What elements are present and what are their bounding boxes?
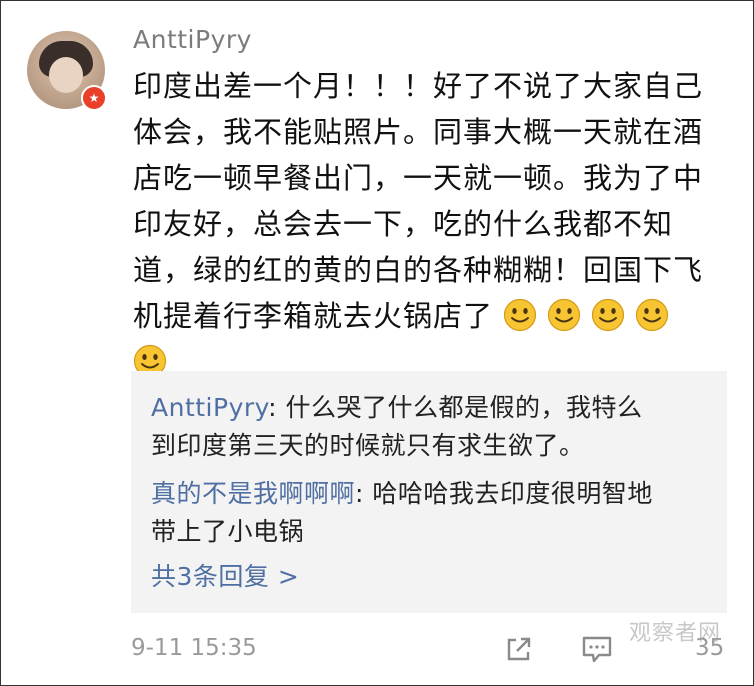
timestamp: 9-11 15:35 bbox=[131, 635, 257, 661]
comment-icon[interactable] bbox=[579, 631, 615, 667]
verified-badge-icon: ★ bbox=[81, 85, 107, 111]
smile-emoji-icon bbox=[547, 298, 581, 332]
reply-separator: : bbox=[355, 479, 373, 508]
comment-card: ★ AnttiPyry 印度出差一个月！！！好了不说了大家自己 体会，我不能贴照… bbox=[0, 0, 754, 686]
username[interactable]: AnttiPyry bbox=[133, 25, 252, 54]
smile-emoji-icon bbox=[591, 298, 625, 332]
smile-emoji-icon bbox=[635, 298, 669, 332]
reply-separator: : bbox=[268, 393, 286, 422]
reply-author[interactable]: AnttiPyry bbox=[151, 393, 268, 422]
share-icon[interactable] bbox=[501, 631, 537, 667]
comment-line: 体会，我不能贴照片。同事大概一天就在酒 bbox=[133, 115, 704, 149]
reply-text: 到印度第三天的时候就只有求生欲了。 bbox=[151, 431, 585, 460]
comment-count: 35 bbox=[695, 635, 725, 661]
comment-line: 道，绿的红的黄的白的各种糊糊！回国下飞 bbox=[133, 253, 704, 287]
reply-text: 哈哈哈我去印度很明智地 bbox=[372, 479, 653, 508]
smile-emoji-icon bbox=[503, 298, 537, 332]
reply-author[interactable]: 真的不是我啊啊啊 bbox=[151, 479, 355, 508]
comment-line: 店吃一顿早餐出门，一天就一顿。我为了中 bbox=[133, 161, 704, 195]
reply-text: 什么哭了什么都是假的，我特么 bbox=[285, 393, 643, 422]
reply-box: AnttiPyry: 什么哭了什么都是假的，我特么 到印度第三天的时候就只有求生… bbox=[131, 371, 727, 613]
comment-line: 机提着行李箱就去火锅店了 bbox=[133, 299, 494, 333]
reply-item: AnttiPyry: 什么哭了什么都是假的，我特么 到印度第三天的时候就只有求生… bbox=[151, 389, 711, 465]
comment-line: 印友好，总会去一下，吃的什么我都不知 bbox=[133, 207, 674, 241]
reply-item: 真的不是我啊啊啊: 哈哈哈我去印度很明智地 带上了小电锅 bbox=[151, 475, 711, 551]
more-replies-link[interactable]: 共3条回复 > bbox=[151, 557, 299, 593]
reply-text: 带上了小电锅 bbox=[151, 517, 305, 546]
comment-line: 印度出差一个月！！！好了不说了大家自己 bbox=[133, 69, 704, 103]
